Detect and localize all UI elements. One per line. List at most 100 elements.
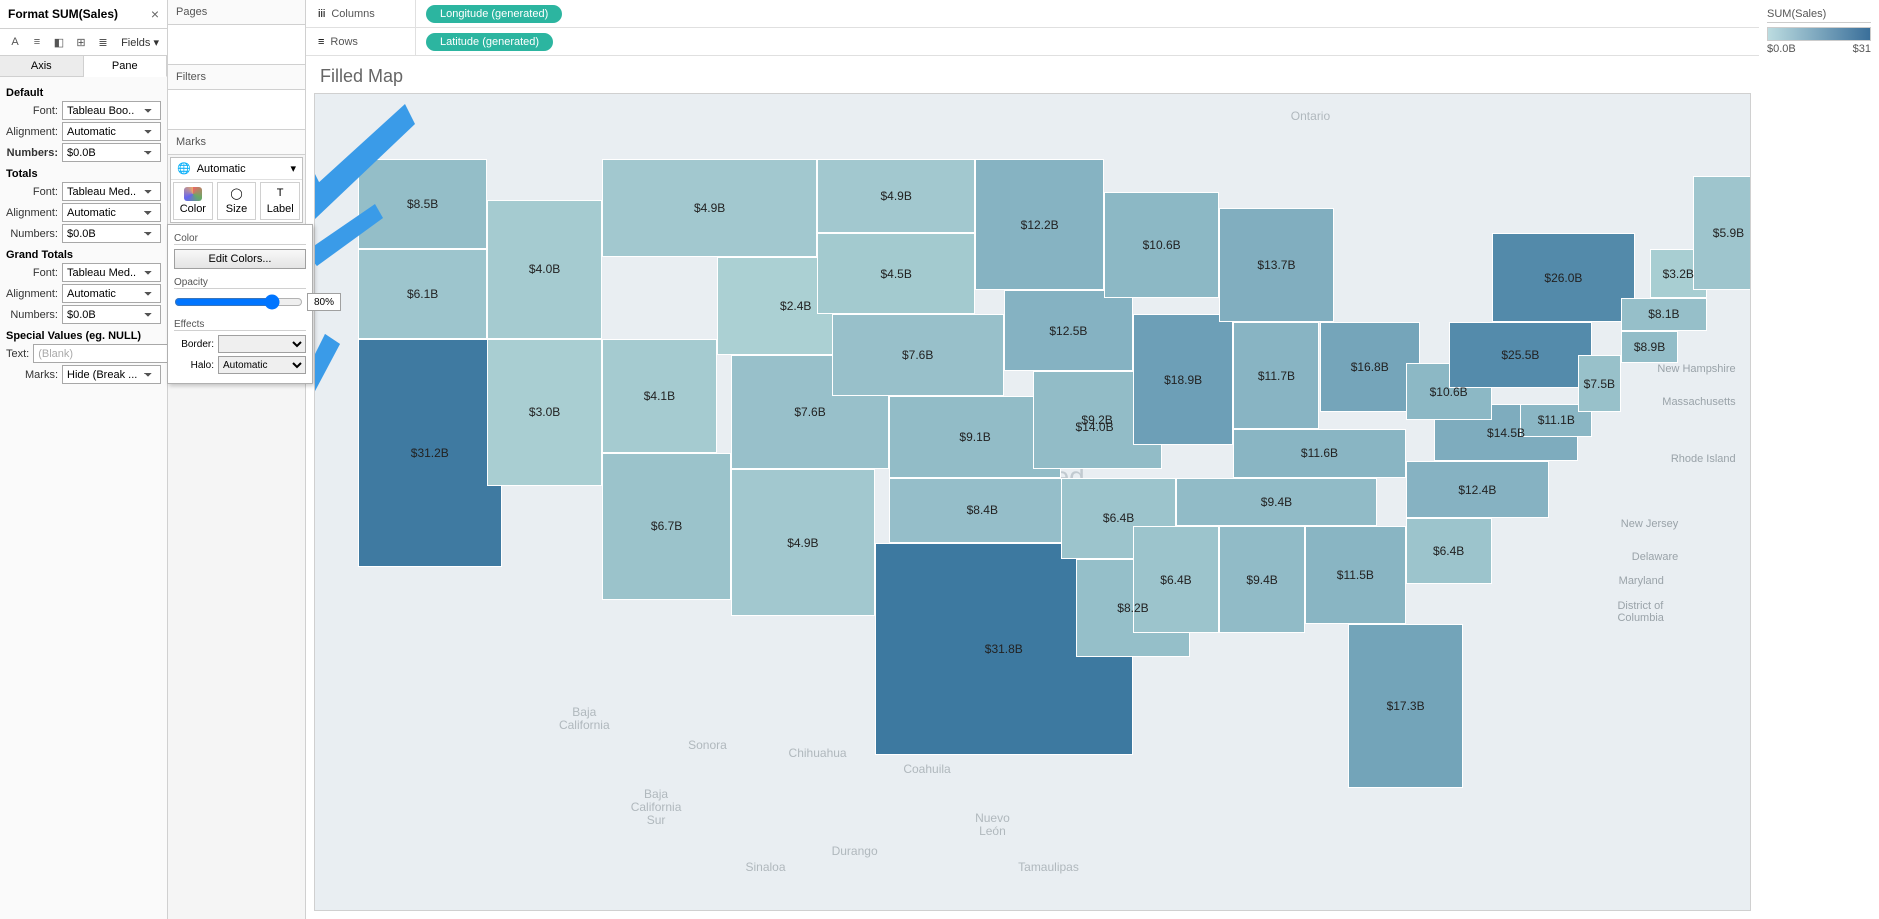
mark-size-button[interactable]: ◯Size	[217, 182, 257, 220]
shading-icon[interactable]: ◧	[52, 35, 66, 49]
state-value-label: $8.1B	[1648, 307, 1679, 321]
state-value-label: $4.1B	[644, 389, 675, 403]
state-wisconsin[interactable]: $10.6B	[1104, 192, 1219, 298]
state-new-jersey[interactable]: $7.5B	[1578, 355, 1621, 412]
state-maine[interactable]: $5.9B	[1693, 176, 1751, 290]
state-arizona[interactable]: $6.7B	[602, 453, 731, 600]
filters-card-body[interactable]	[168, 90, 305, 130]
state-new-york[interactable]: $26.0B	[1492, 233, 1636, 323]
tab-pane[interactable]: Pane	[84, 56, 168, 77]
rows-pill[interactable]: Latitude (generated)	[426, 33, 553, 51]
fields-dropdown[interactable]: Fields ▾	[121, 36, 159, 49]
section-default: Default	[6, 87, 161, 99]
opacity-slider[interactable]	[174, 294, 303, 310]
state-mississippi[interactable]: $6.4B	[1133, 526, 1219, 632]
pages-card-body[interactable]	[168, 25, 305, 65]
state-oklahoma[interactable]: $8.4B	[889, 478, 1076, 543]
state-new-mexico[interactable]: $4.9B	[731, 469, 875, 616]
cards-column: Pages Filters Marks 🌐 Automatic ▾ Color …	[168, 0, 306, 919]
viz-title[interactable]: Filled Map	[306, 56, 1759, 93]
totals-numbers-select[interactable]: $0.0B	[62, 224, 161, 243]
label-icon: T	[271, 187, 289, 201]
special-text-input[interactable]	[33, 344, 167, 363]
mark-type-select[interactable]: Automatic	[197, 163, 285, 175]
state-idaho[interactable]: $4.0B	[487, 200, 602, 339]
state-michigan[interactable]: $13.7B	[1219, 208, 1334, 322]
state-tennessee[interactable]: $9.4B	[1176, 478, 1377, 527]
label-font: Font:	[6, 267, 62, 279]
state-massachusetts[interactable]: $8.1B	[1621, 298, 1707, 331]
format-toolbar: A ≡ ◧ ⊞ ≣ Fields ▾	[0, 29, 167, 56]
state-value-label: $2.4B	[780, 299, 811, 313]
default-numbers-select[interactable]: $0.0B	[62, 143, 161, 162]
state-pennsylvania[interactable]: $25.5B	[1449, 322, 1593, 387]
state-value-label: $8.9B	[1634, 340, 1665, 354]
state-north-carolina[interactable]: $12.4B	[1406, 461, 1550, 518]
mark-label-button[interactable]: TLabel	[260, 182, 300, 220]
state-value-label: $4.5B	[880, 267, 911, 281]
close-icon[interactable]: ×	[151, 6, 159, 22]
state-value-label: $3.2B	[1663, 267, 1694, 281]
tab-axis[interactable]: Axis	[0, 56, 84, 76]
state-kentucky[interactable]: $11.6B	[1233, 429, 1405, 478]
columns-pill[interactable]: Longitude (generated)	[426, 5, 562, 23]
border-select[interactable]	[218, 335, 306, 353]
state-alabama[interactable]: $9.4B	[1219, 526, 1305, 632]
state-nebraska[interactable]: $7.6B	[832, 314, 1004, 396]
state-value-label: $12.4B	[1458, 483, 1496, 497]
state-oregon[interactable]: $6.1B	[358, 249, 487, 339]
lines-icon[interactable]: ≣	[96, 35, 110, 49]
state-value-label: $13.7B	[1257, 258, 1295, 272]
state-value-label: $6.1B	[407, 287, 438, 301]
state-nevada[interactable]: $3.0B	[487, 339, 602, 486]
default-alignment-select[interactable]: Automatic	[62, 122, 161, 141]
state-illinois[interactable]: $18.9B	[1133, 314, 1233, 445]
state-california[interactable]: $31.2B	[358, 339, 502, 567]
marks-card: 🌐 Automatic ▾ Color ◯Size TLabel Color E…	[170, 157, 303, 223]
state-value-label: $10.6B	[1430, 385, 1468, 399]
columns-shelf-label: Columns	[331, 8, 374, 20]
opacity-value-input[interactable]	[307, 293, 341, 311]
state-connecticut[interactable]: $8.9B	[1621, 331, 1678, 364]
map-canvas[interactable]: Ontario New Brunswick Baja California Ba…	[314, 93, 1751, 911]
color-icon	[184, 187, 202, 201]
borders-icon[interactable]: ⊞	[74, 35, 88, 49]
state-value-label: $31.8B	[985, 642, 1023, 656]
grand-numbers-select[interactable]: $0.0B	[62, 305, 161, 324]
state-washington[interactable]: $8.5B	[358, 159, 487, 249]
grand-alignment-select[interactable]: Automatic	[62, 284, 161, 303]
mark-color-button[interactable]: Color	[173, 182, 213, 220]
default-font-select[interactable]: Tableau Boo..	[62, 101, 161, 120]
edit-colors-button[interactable]: Edit Colors...	[174, 249, 306, 269]
state-south-dakota[interactable]: $4.5B	[817, 233, 975, 315]
state-value-label: $25.5B	[1501, 348, 1539, 362]
map-icon: 🌐	[177, 162, 191, 175]
state-value-label: $14.0B	[1076, 420, 1114, 434]
state-iowa[interactable]: $12.5B	[1004, 290, 1133, 372]
state-minnesota[interactable]: $12.2B	[975, 159, 1104, 290]
grand-font-select[interactable]: Tableau Med..	[62, 263, 161, 282]
state-value-label: $8.4B	[967, 503, 998, 517]
section-grand-totals: Grand Totals	[6, 249, 161, 261]
state-value-label: $7.6B	[902, 348, 933, 362]
halo-select[interactable]: Automatic	[218, 356, 306, 374]
state-indiana[interactable]: $11.7B	[1233, 322, 1319, 428]
ext-dc: District of Columbia	[1617, 600, 1663, 624]
state-value-label: $5.9B	[1713, 226, 1744, 240]
state-montana[interactable]: $4.9B	[602, 159, 817, 257]
state-south-carolina[interactable]: $6.4B	[1406, 518, 1492, 583]
state-utah[interactable]: $4.1B	[602, 339, 717, 453]
filters-card-header: Filters	[168, 65, 305, 90]
state-georgia[interactable]: $11.5B	[1305, 526, 1405, 624]
font-icon[interactable]: A	[8, 35, 22, 49]
totals-font-select[interactable]: Tableau Med..	[62, 182, 161, 201]
state-value-label: $18.9B	[1164, 373, 1202, 387]
state-north-dakota[interactable]: $4.9B	[817, 159, 975, 232]
totals-alignment-select[interactable]: Automatic	[62, 203, 161, 222]
chevron-down-icon[interactable]: ▾	[290, 162, 296, 175]
legend-gradient[interactable]	[1767, 27, 1871, 41]
special-marks-select[interactable]: Hide (Break ...	[62, 365, 161, 384]
alignment-icon[interactable]: ≡	[30, 35, 44, 49]
state-value-label: $8.2B	[1117, 601, 1148, 615]
state-florida[interactable]: $17.3B	[1348, 624, 1463, 787]
